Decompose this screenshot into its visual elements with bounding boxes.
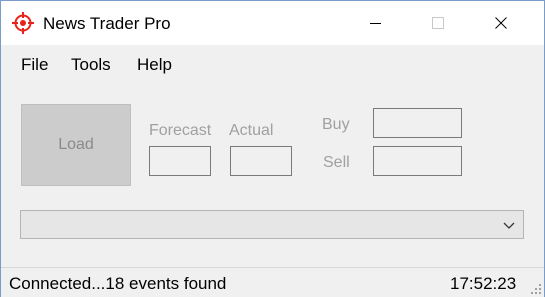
buy-field[interactable] bbox=[373, 108, 462, 138]
status-bar: Connected...18 events found 17:52:23 bbox=[1, 267, 544, 297]
actual-label: Actual bbox=[229, 122, 274, 139]
sell-label: Sell bbox=[323, 154, 350, 171]
minimize-icon bbox=[369, 22, 381, 24]
app-window: News Trader Pro File Tools Help Load For… bbox=[0, 0, 545, 297]
title-bar[interactable]: News Trader Pro bbox=[1, 1, 544, 45]
menu-help[interactable]: Help bbox=[137, 55, 172, 75]
buy-label: Buy bbox=[322, 116, 350, 133]
sell-field[interactable] bbox=[373, 146, 462, 176]
load-button[interactable]: Load bbox=[21, 104, 131, 186]
menu-file[interactable]: File bbox=[21, 55, 48, 75]
minimize-button[interactable] bbox=[352, 1, 398, 45]
chevron-down-icon bbox=[503, 222, 515, 229]
menu-tools[interactable]: Tools bbox=[71, 55, 111, 75]
status-time: 17:52:23 bbox=[450, 274, 517, 293]
close-button[interactable] bbox=[478, 1, 524, 45]
forecast-label: Forecast bbox=[149, 122, 212, 139]
maximize-button[interactable] bbox=[415, 1, 461, 45]
events-dropdown[interactable] bbox=[20, 210, 524, 239]
load-button-label: Load bbox=[58, 136, 94, 153]
resize-grip-icon[interactable] bbox=[530, 283, 542, 295]
close-icon bbox=[495, 17, 507, 29]
menu-bar: File Tools Help bbox=[1, 45, 544, 85]
crosshair-target-icon bbox=[12, 12, 34, 34]
status-text: Connected...18 events found bbox=[9, 274, 227, 293]
actual-field[interactable] bbox=[230, 146, 292, 176]
maximize-icon bbox=[432, 17, 444, 29]
forecast-field[interactable] bbox=[149, 146, 211, 176]
window-title: News Trader Pro bbox=[43, 14, 171, 33]
